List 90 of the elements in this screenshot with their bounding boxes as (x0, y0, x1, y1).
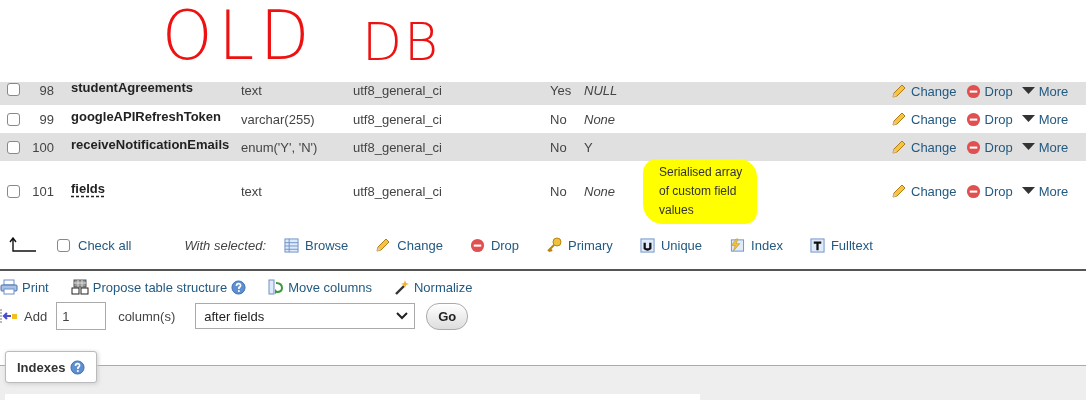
pencil-icon (891, 111, 907, 127)
table-u-icon (639, 237, 655, 253)
pencil-icon (891, 139, 907, 155)
row-checkbox[interactable] (7, 112, 20, 126)
table-lightning-icon (729, 237, 746, 253)
no-entry-icon (965, 111, 981, 127)
position-dropdown[interactable]: after fields (195, 303, 416, 329)
change-link[interactable]: Change (891, 139, 957, 155)
key-icon (546, 237, 563, 253)
help-icon[interactable] (70, 359, 86, 375)
return-arrow-icon (9, 237, 37, 253)
pencil-icon (891, 183, 907, 199)
column-null: No (550, 111, 568, 127)
highlighted-comment: Serialised array of custom field values (643, 158, 757, 224)
index-link[interactable]: Index (729, 237, 783, 253)
column-null: Yes (550, 83, 573, 98)
drop-link[interactable]: Drop (965, 83, 1013, 99)
more-link[interactable]: More (1021, 139, 1069, 155)
drop-link[interactable]: Drop (965, 183, 1013, 199)
propose-link[interactable]: Propose table structure (70, 279, 247, 295)
column-null: No (550, 183, 568, 199)
drop-link[interactable]: Drop (469, 237, 520, 253)
column-type: text (241, 83, 263, 98)
no-entry-icon (965, 139, 981, 155)
column-null: No (550, 139, 568, 155)
change-link[interactable]: Change (891, 183, 957, 199)
chevron-down-icon (396, 312, 409, 320)
pencil-icon (375, 237, 392, 253)
column-number: 101 (31, 183, 54, 199)
more-link[interactable]: More (1021, 83, 1069, 99)
row-checkbox[interactable] (7, 83, 20, 96)
unique-link[interactable]: Unique (639, 237, 703, 253)
normalize-link[interactable]: Normalize (393, 279, 473, 295)
caret-icon (1021, 115, 1035, 123)
add-label: Add (24, 308, 48, 324)
browse-link[interactable]: Browse (284, 237, 349, 253)
columns-label: column(s) (118, 308, 176, 324)
column-number: 100 (31, 139, 54, 155)
magic-wand-icon (393, 279, 410, 295)
column-collation: utf8_general_ci (353, 139, 443, 155)
column-collation: utf8_general_ci (353, 111, 443, 127)
column-default: Y (584, 139, 594, 155)
no-entry-icon (965, 183, 981, 199)
column-collation: utf8_general_ci (353, 183, 443, 199)
add-column-icon (0, 308, 18, 324)
no-entry-icon (469, 237, 485, 253)
column-type: enum('Y', 'N') (241, 139, 319, 155)
column-default: None (584, 111, 617, 127)
help-icon[interactable] (231, 279, 247, 295)
caret-icon (1021, 187, 1035, 195)
table-structure-icon (70, 279, 89, 295)
pencil-icon (891, 83, 907, 99)
column-name: receiveNotificationEmails (71, 136, 231, 152)
no-entry-icon (965, 83, 981, 99)
column-number: 98 (38, 83, 54, 98)
go-button[interactable]: Go (426, 302, 469, 330)
primary-link[interactable]: Primary (546, 237, 613, 253)
row-checkbox[interactable] (7, 140, 20, 154)
change-link[interactable]: Change (375, 237, 443, 253)
caret-icon (1021, 87, 1035, 95)
handwritten-note: OLD (162, 2, 316, 70)
column-name: studentAgreements (71, 80, 195, 95)
change-link[interactable]: Change (891, 111, 957, 127)
more-link[interactable]: More (1021, 111, 1069, 127)
caret-icon (1021, 143, 1035, 151)
drop-link[interactable]: Drop (965, 111, 1013, 127)
column-collation: utf8_general_ci (353, 83, 443, 98)
more-link[interactable]: More (1021, 183, 1069, 199)
table-icon (284, 237, 299, 253)
column-count-field[interactable]: 1 (56, 302, 107, 330)
handwritten-note: DB (362, 16, 441, 68)
print-link[interactable]: Print (0, 279, 49, 295)
move-link[interactable]: Move columns (268, 279, 372, 295)
column-default: None (584, 183, 617, 199)
with-selected-label: With selected: (184, 237, 266, 253)
column-number: 99 (38, 111, 54, 127)
indexes-tab[interactable]: Indexes (5, 351, 98, 383)
column-name: fields (71, 180, 106, 196)
column-type: text (241, 183, 263, 199)
check-all-checkbox[interactable] (57, 238, 70, 252)
column-default: NULL (584, 83, 619, 98)
move-columns-icon (268, 279, 285, 295)
column-type: varchar(255) (241, 111, 316, 127)
check-all-link[interactable]: Check all (78, 237, 132, 253)
drop-link[interactable]: Drop (965, 139, 1013, 155)
change-link[interactable]: Change (891, 83, 957, 99)
row-checkbox[interactable] (7, 184, 20, 198)
fulltext-link[interactable]: Fulltext (809, 237, 873, 253)
table-t-icon (809, 237, 825, 253)
column-name: googleAPIRefreshToken (71, 108, 222, 124)
